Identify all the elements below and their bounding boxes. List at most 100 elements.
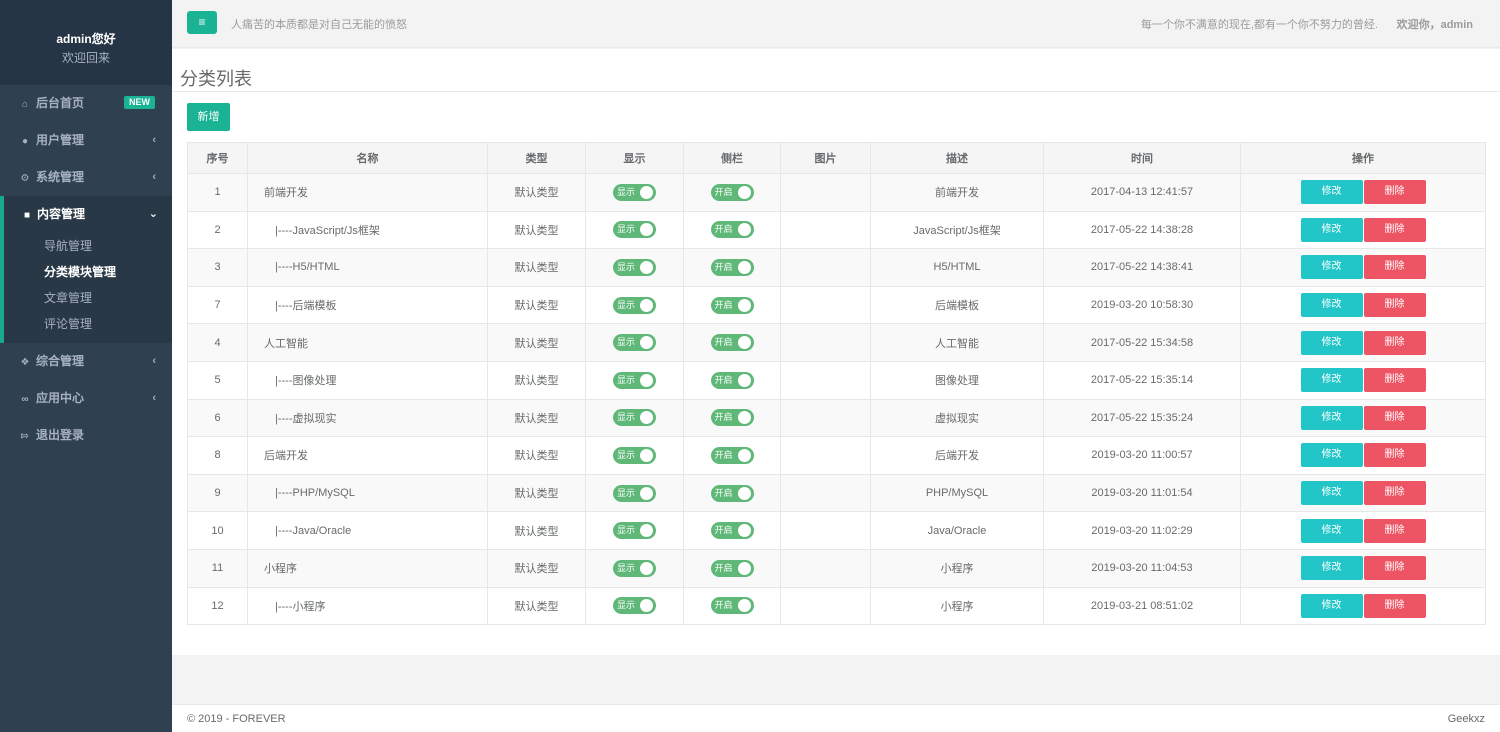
show-toggle[interactable]: 显示 bbox=[613, 371, 656, 389]
sidebar-item-apps[interactable]: ∞ 应用中心 ‹ bbox=[0, 380, 172, 417]
cell-image bbox=[780, 285, 871, 325]
cell-sidebar: 开启 bbox=[683, 210, 781, 250]
edit-button[interactable]: 修改 bbox=[1300, 255, 1363, 280]
cell-actions: 修改 删除 bbox=[1240, 360, 1486, 400]
show-toggle[interactable]: 显示 bbox=[613, 409, 656, 427]
show-toggle[interactable]: 显示 bbox=[613, 484, 656, 502]
sidebar-toggle[interactable]: 开启 bbox=[710, 484, 754, 502]
delete-button[interactable]: 删除 bbox=[1363, 368, 1426, 393]
sidebar-item-content: ■ 内容管理 ⌄ 导航管理 分类模块管理 文章管理 评论管理 bbox=[0, 196, 172, 343]
profile-name[interactable]: admin您好 bbox=[0, 30, 172, 47]
delete-button[interactable]: 删除 bbox=[1363, 180, 1426, 205]
show-toggle[interactable]: 显示 bbox=[613, 559, 656, 577]
cell-desc: 图像处理 bbox=[870, 360, 1044, 400]
show-toggle[interactable]: 显示 bbox=[613, 183, 656, 201]
edit-button[interactable]: 修改 bbox=[1300, 405, 1363, 430]
sidebar-toggle[interactable]: 开启 bbox=[710, 183, 754, 201]
cell-sidebar: 开启 bbox=[683, 248, 781, 287]
cell-time: 2019-03-20 11:04:53 bbox=[1043, 548, 1241, 588]
hamburger-icon: ≡ bbox=[198, 15, 206, 29]
edit-button[interactable]: 修改 bbox=[1300, 593, 1363, 618]
sidebar-item-general[interactable]: ❖ 综合管理 ‹ bbox=[0, 343, 172, 380]
cell-id: 3 bbox=[187, 248, 248, 287]
menu-toggle-button[interactable]: ≡ bbox=[187, 11, 217, 34]
submenu-item-nav[interactable]: 导航管理 bbox=[4, 233, 172, 259]
cell-show: 显示 bbox=[585, 548, 684, 588]
edit-button[interactable]: 修改 bbox=[1300, 518, 1363, 543]
user-welcome[interactable]: 欢迎你，admin bbox=[1397, 16, 1473, 32]
delete-button[interactable]: 删除 bbox=[1363, 593, 1426, 618]
delete-button[interactable]: 删除 bbox=[1363, 405, 1426, 430]
sidebar-item-users[interactable]: ● 用户管理 ‹ bbox=[0, 122, 172, 159]
show-toggle[interactable]: 显示 bbox=[613, 522, 656, 540]
edit-button[interactable]: 修改 bbox=[1300, 556, 1363, 581]
sidebar-item-logout[interactable]: ⇰ 退出登录 bbox=[0, 417, 172, 454]
cell-actions: 修改 删除 bbox=[1240, 586, 1486, 626]
sidebar-toggle-label: 开启 bbox=[714, 412, 733, 423]
cell-name: |----小程序 bbox=[247, 586, 488, 626]
toggle-knob bbox=[737, 336, 751, 350]
header-id: 序号 bbox=[187, 142, 248, 174]
show-toggle[interactable]: 显示 bbox=[613, 334, 656, 352]
header-name: 名称 bbox=[247, 142, 488, 174]
edit-button[interactable]: 修改 bbox=[1300, 330, 1363, 355]
delete-button[interactable]: 删除 bbox=[1363, 443, 1426, 468]
show-toggle[interactable]: 显示 bbox=[613, 296, 656, 314]
sidebar-toggle[interactable]: 开启 bbox=[710, 522, 754, 540]
header-image: 图片 bbox=[780, 142, 871, 174]
toggle-knob bbox=[737, 185, 751, 199]
show-toggle-label: 显示 bbox=[617, 449, 636, 460]
delete-button[interactable]: 删除 bbox=[1363, 293, 1426, 318]
sidebar-toggle[interactable]: 开启 bbox=[710, 371, 754, 389]
cell-type: 默认类型 bbox=[487, 511, 586, 550]
delete-button[interactable]: 删除 bbox=[1363, 217, 1426, 242]
edit-button[interactable]: 修改 bbox=[1300, 481, 1363, 506]
show-toggle[interactable]: 显示 bbox=[613, 221, 656, 239]
sidebar-toggle[interactable]: 开启 bbox=[710, 559, 754, 577]
sidebar: admin您好 欢迎回来 ⌂ 后台首页 NEW ● 用户管理 ‹ ⚙ 系统管理 ‹ ■… bbox=[0, 0, 172, 732]
edit-button[interactable]: 修改 bbox=[1300, 368, 1363, 393]
sidebar-toggle-label: 开启 bbox=[714, 261, 733, 272]
show-toggle[interactable]: 显示 bbox=[613, 258, 656, 276]
cell-image bbox=[780, 248, 871, 287]
submenu-item-articles[interactable]: 文章管理 bbox=[4, 285, 172, 311]
edit-button[interactable]: 修改 bbox=[1300, 443, 1363, 468]
sidebar-item-home[interactable]: ⌂ 后台首页 NEW bbox=[0, 85, 172, 122]
cell-sidebar: 开启 bbox=[683, 548, 781, 588]
delete-button[interactable]: 删除 bbox=[1363, 518, 1426, 543]
table-row: 8 后端开发 默认类型 显示 开启 后端开发 2019-03-20 11:00:57 修改 删除 bbox=[187, 436, 1486, 475]
submenu-item-category[interactable]: 分类模块管理 bbox=[4, 259, 172, 285]
edit-button[interactable]: 修改 bbox=[1300, 293, 1363, 318]
sidebar-toggle[interactable]: 开启 bbox=[710, 296, 754, 314]
delete-button[interactable]: 删除 bbox=[1363, 556, 1426, 581]
sidebar-toggle[interactable]: 开启 bbox=[710, 446, 754, 464]
show-toggle[interactable]: 显示 bbox=[613, 446, 656, 464]
sidebar-item-system[interactable]: ⚙ 系统管理 ‹ bbox=[0, 159, 172, 196]
sidebar-item-content-head[interactable]: ■ 内容管理 ⌄ bbox=[4, 196, 172, 233]
sidebar-toggle[interactable]: 开启 bbox=[710, 409, 754, 427]
toggle-knob bbox=[737, 486, 751, 500]
cell-type: 默认类型 bbox=[487, 398, 586, 438]
cell-show: 显示 bbox=[585, 285, 684, 325]
cell-type: 默认类型 bbox=[487, 248, 586, 287]
cubes-icon: ❖ bbox=[20, 357, 30, 368]
edit-button[interactable]: 修改 bbox=[1300, 217, 1363, 242]
show-toggle[interactable]: 显示 bbox=[613, 597, 656, 615]
sidebar-toggle-label: 开启 bbox=[714, 525, 733, 536]
delete-button[interactable]: 删除 bbox=[1363, 255, 1426, 280]
home-icon: ⌂ bbox=[21, 99, 29, 110]
gears-icon: ⚙ bbox=[20, 173, 30, 184]
cell-actions: 修改 删除 bbox=[1240, 248, 1486, 287]
sidebar-toggle[interactable]: 开启 bbox=[710, 334, 754, 352]
add-button[interactable]: 新增 bbox=[187, 103, 230, 131]
delete-button[interactable]: 删除 bbox=[1363, 330, 1426, 355]
delete-button[interactable]: 删除 bbox=[1363, 481, 1426, 506]
sidebar-toggle[interactable]: 开启 bbox=[710, 597, 754, 615]
toggle-knob bbox=[640, 561, 653, 575]
show-toggle-label: 显示 bbox=[617, 412, 636, 423]
cell-desc: JavaScript/Js框架 bbox=[870, 210, 1044, 250]
submenu-item-comments[interactable]: 评论管理 bbox=[4, 311, 172, 337]
sidebar-toggle[interactable]: 开启 bbox=[710, 258, 754, 276]
edit-button[interactable]: 修改 bbox=[1300, 180, 1363, 205]
sidebar-toggle[interactable]: 开启 bbox=[710, 221, 754, 239]
